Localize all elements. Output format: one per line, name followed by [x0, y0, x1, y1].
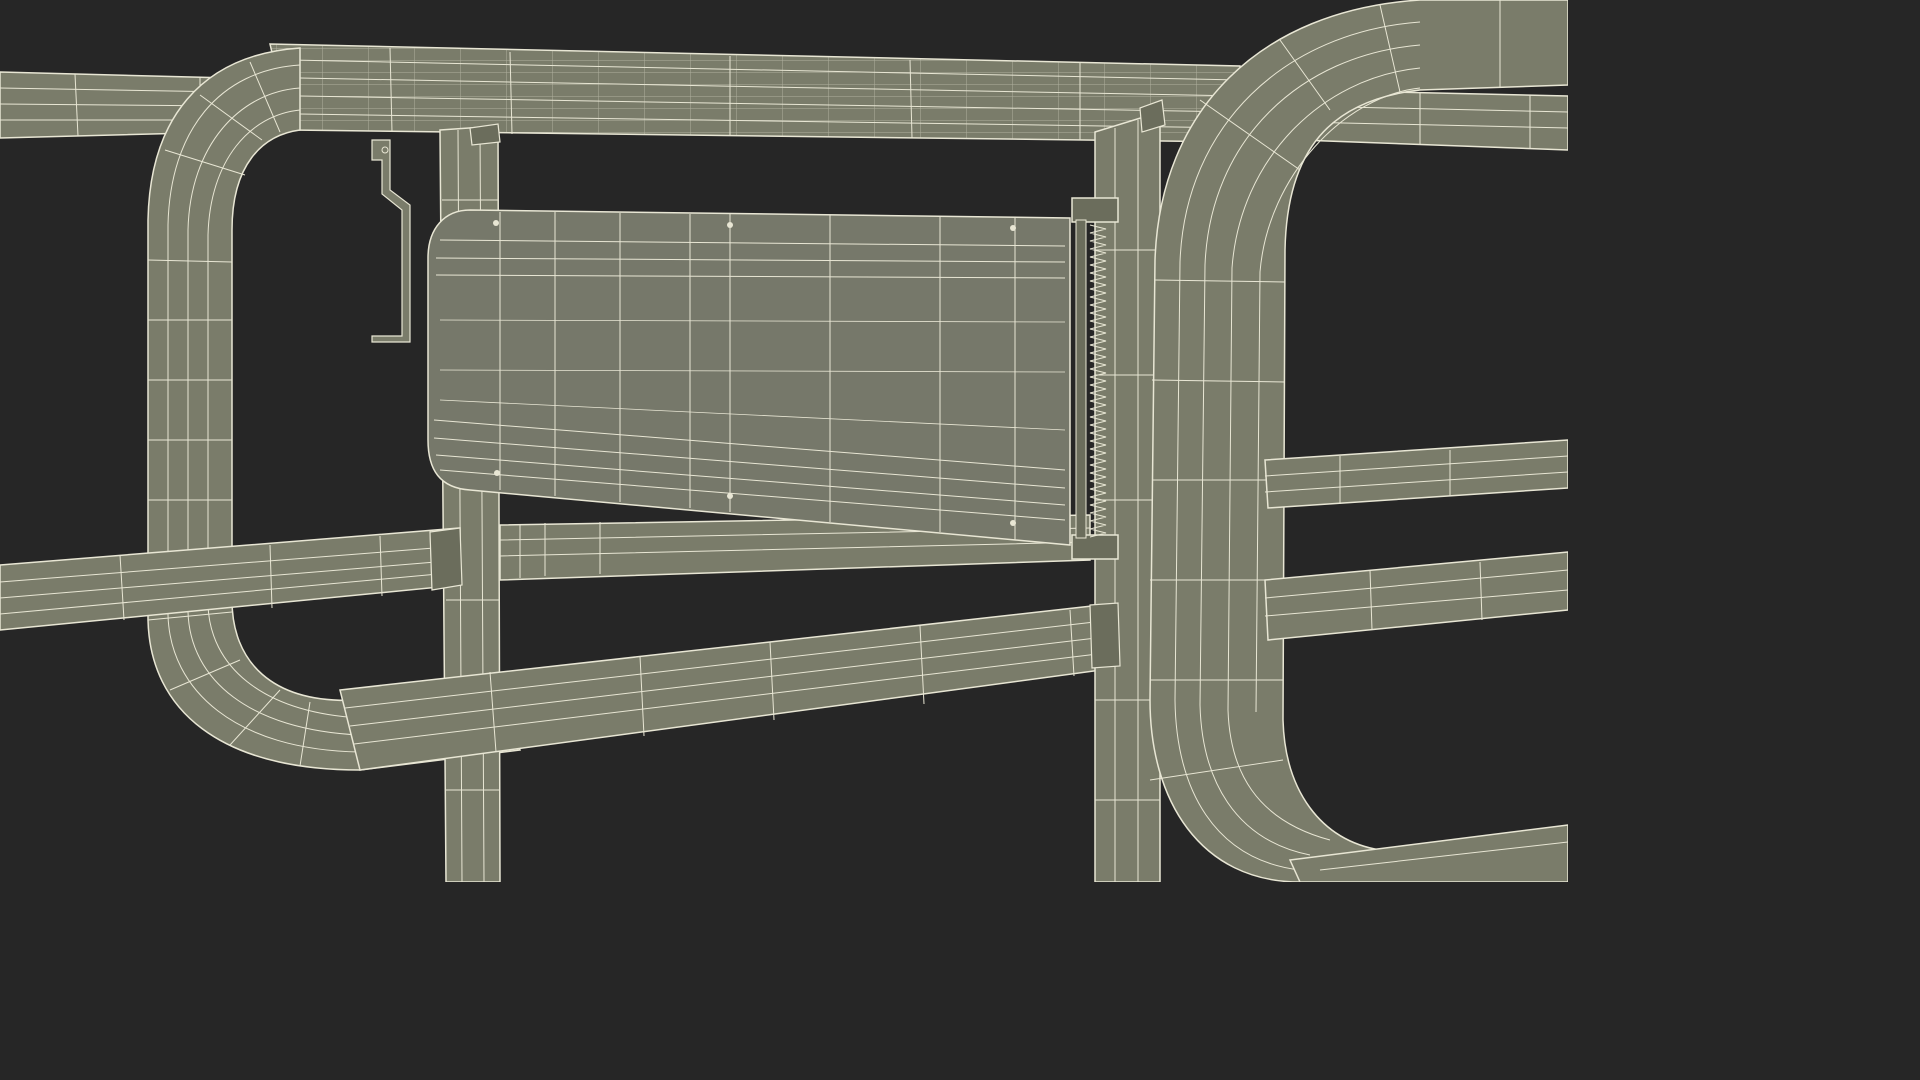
render-viewport — [0, 0, 1568, 882]
latch-bracket — [371, 139, 411, 343]
rivet-icon — [1010, 520, 1016, 526]
right-vertical-post — [1094, 110, 1161, 882]
wireframe-scene — [0, 0, 1568, 882]
rivet-icon — [494, 470, 500, 476]
gate-plate — [427, 209, 1071, 546]
rivet-icon — [493, 220, 499, 226]
top-main-rail — [269, 43, 1241, 143]
rivet-icon — [1010, 225, 1016, 231]
rivet-icon — [727, 222, 733, 228]
rivet-icon — [727, 493, 733, 499]
